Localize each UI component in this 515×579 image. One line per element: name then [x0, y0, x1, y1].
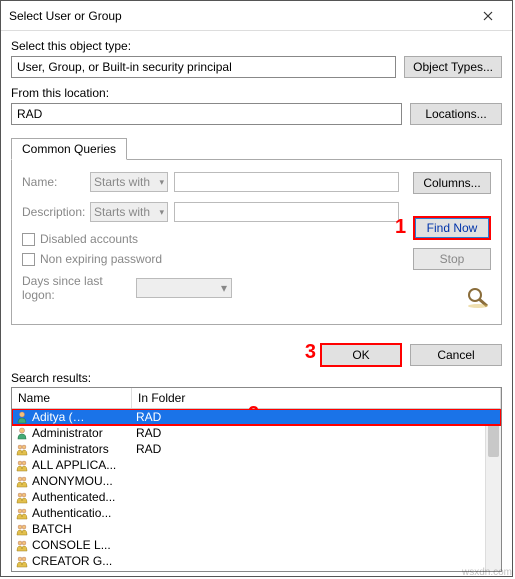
close-button[interactable] — [468, 2, 508, 30]
close-icon — [483, 11, 493, 21]
group-icon — [14, 442, 30, 456]
search-results-list: Name In Folder Aditya (…RADAdministrator… — [11, 387, 502, 572]
row-folder: RAD — [132, 426, 501, 440]
row-name: Authenticatio... — [30, 506, 132, 520]
row-name: ALL APPLICA... — [30, 458, 132, 472]
scrollbar[interactable] — [485, 409, 501, 571]
description-query-input[interactable] — [174, 202, 399, 222]
from-location-label: From this location: — [11, 86, 502, 100]
group-icon — [14, 554, 30, 568]
group-icon — [14, 458, 30, 472]
watermark: wsxdn.com — [462, 567, 512, 578]
annotation-1: 1 — [395, 216, 406, 239]
column-folder[interactable]: In Folder — [132, 388, 501, 408]
stop-button[interactable]: Stop — [413, 248, 491, 270]
list-item[interactable]: AdministratorsRAD — [12, 441, 501, 457]
row-folder: RAD — [132, 442, 501, 456]
name-match-select[interactable]: Starts with ▾ — [90, 172, 168, 192]
non-expiring-checkbox[interactable] — [22, 253, 35, 266]
search-results-label: Search results: — [11, 371, 502, 385]
chevron-down-icon: ▾ — [159, 207, 164, 218]
window-title: Select User or Group — [9, 9, 468, 23]
list-item[interactable]: CREATOR G... — [12, 553, 501, 569]
name-query-input[interactable] — [174, 172, 399, 192]
group-icon — [14, 506, 30, 520]
dialog-body: Select this object type: Object Types...… — [1, 31, 512, 576]
user-icon — [14, 426, 30, 440]
list-item[interactable]: Authenticated... — [12, 489, 501, 505]
group-icon — [14, 522, 30, 536]
titlebar: Select User or Group — [1, 1, 512, 31]
description-match-select[interactable]: Starts with ▾ — [90, 202, 168, 222]
list-item[interactable]: BATCH — [12, 521, 501, 537]
row-name: CONSOLE L... — [30, 538, 132, 552]
tab-common-queries[interactable]: Common Queries — [11, 138, 127, 160]
list-item[interactable]: ALL APPLICA... — [12, 457, 501, 473]
days-since-select[interactable]: ▾ — [136, 278, 232, 298]
chevron-down-icon: ▾ — [159, 177, 164, 188]
list-item[interactable]: AdministratorRAD — [12, 425, 501, 441]
row-name: Administrator — [30, 426, 132, 440]
ok-button[interactable]: OK — [320, 343, 402, 367]
object-type-label: Select this object type: — [11, 39, 502, 53]
cancel-button[interactable]: Cancel — [410, 344, 502, 366]
row-name: Aditya (… — [30, 410, 132, 424]
locations-button[interactable]: Locations... — [410, 103, 502, 125]
name-label: Name: — [22, 175, 84, 189]
common-queries-panel: Name: Starts with ▾ Description: Starts … — [11, 159, 502, 325]
row-folder: RAD — [132, 410, 501, 424]
list-item[interactable]: Aditya (…RAD — [12, 409, 501, 425]
select-user-group-window: Select User or Group Select this object … — [0, 0, 513, 577]
list-item[interactable]: ANONYMOU... — [12, 473, 501, 489]
columns-button[interactable]: Columns... — [413, 172, 491, 194]
list-item[interactable]: CONSOLE L... — [12, 537, 501, 553]
location-input[interactable] — [11, 103, 402, 125]
row-name: Administrators — [30, 442, 132, 456]
row-name: ANONYMOU... — [30, 474, 132, 488]
row-name: BATCH — [30, 522, 132, 536]
group-icon — [14, 474, 30, 488]
disabled-accounts-checkbox[interactable] — [22, 233, 35, 246]
find-now-button[interactable]: Find Now — [413, 216, 491, 240]
row-name: Authenticated... — [30, 490, 132, 504]
object-types-button[interactable]: Object Types... — [404, 56, 502, 78]
non-expiring-label: Non expiring password — [40, 252, 162, 266]
object-type-input[interactable] — [11, 56, 396, 78]
description-label: Description: — [22, 205, 84, 219]
group-icon — [14, 490, 30, 504]
list-item[interactable]: Authenticatio... — [12, 505, 501, 521]
chevron-down-icon: ▾ — [221, 281, 227, 295]
group-icon — [14, 538, 30, 552]
annotation-3: 3 — [305, 341, 316, 364]
days-since-label: Days since last logon: — [22, 274, 130, 302]
user-icon — [14, 410, 30, 424]
row-name: CREATOR G... — [30, 554, 132, 568]
column-name[interactable]: Name — [12, 388, 132, 408]
disabled-accounts-label: Disabled accounts — [40, 232, 138, 246]
search-icon — [465, 286, 491, 308]
